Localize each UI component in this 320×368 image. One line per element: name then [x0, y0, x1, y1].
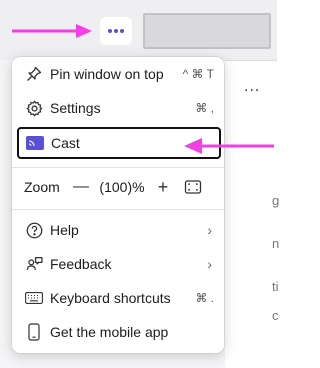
background-text-fragment: ti [272, 279, 279, 294]
fullscreen-icon[interactable] [184, 178, 202, 196]
content-pane [225, 60, 277, 368]
menu-item-label: Pin window on top [50, 66, 164, 82]
keyboard-icon [24, 288, 44, 308]
pin-icon [24, 64, 44, 84]
more-options-button[interactable] [100, 17, 132, 45]
cast-icon [25, 133, 45, 153]
options-menu: Pin window on top ^ ⌘ T Settings ⌘ , Cas… [12, 57, 224, 353]
menu-item-shortcut: ^ ⌘ T [182, 67, 214, 81]
annotation-arrow-cast [184, 138, 274, 154]
phone-icon [24, 322, 44, 342]
menu-item-keyboard-shortcuts[interactable]: Keyboard shortcuts ⌘ . [18, 283, 218, 313]
pane-more-icon[interactable]: ... [244, 78, 260, 96]
more-horizontal-icon [108, 29, 124, 33]
zoom-label: Zoom [24, 179, 60, 195]
help-icon [24, 220, 44, 240]
menu-item-label: Help [50, 222, 79, 238]
menu-item-label: Feedback [50, 256, 112, 272]
feedback-icon [24, 254, 44, 274]
zoom-out-button[interactable]: — [70, 178, 92, 196]
menu-divider [12, 167, 224, 168]
menu-item-shortcut: ⌘ . [195, 291, 214, 305]
background-text-fragment: n [272, 236, 280, 251]
chevron-right-icon: › [207, 256, 212, 272]
menu-item-help[interactable]: Help › [18, 215, 218, 245]
menu-item-pin-window[interactable]: Pin window on top ^ ⌘ T [18, 59, 218, 89]
menu-item-label: Settings [50, 100, 101, 116]
menu-divider [12, 209, 224, 210]
zoom-level: (100)% [99, 179, 145, 195]
zoom-row: Zoom — (100)% + [24, 173, 214, 201]
background-text-fragment: g [272, 193, 280, 208]
menu-item-label: Get the mobile app [50, 324, 169, 340]
tab-placeholder[interactable] [143, 13, 271, 49]
menu-item-settings[interactable]: Settings ⌘ , [18, 93, 218, 123]
chevron-right-icon: › [207, 222, 212, 238]
menu-item-shortcut: ⌘ , [195, 101, 214, 115]
background-text-fragment: c [272, 308, 279, 323]
annotation-arrow-top [12, 24, 92, 38]
zoom-in-button[interactable]: + [152, 177, 174, 198]
menu-item-mobile-app[interactable]: Get the mobile app [18, 317, 218, 347]
menu-item-label: Keyboard shortcuts [50, 290, 171, 306]
menu-item-feedback[interactable]: Feedback › [18, 249, 218, 279]
gear-icon [24, 98, 44, 118]
